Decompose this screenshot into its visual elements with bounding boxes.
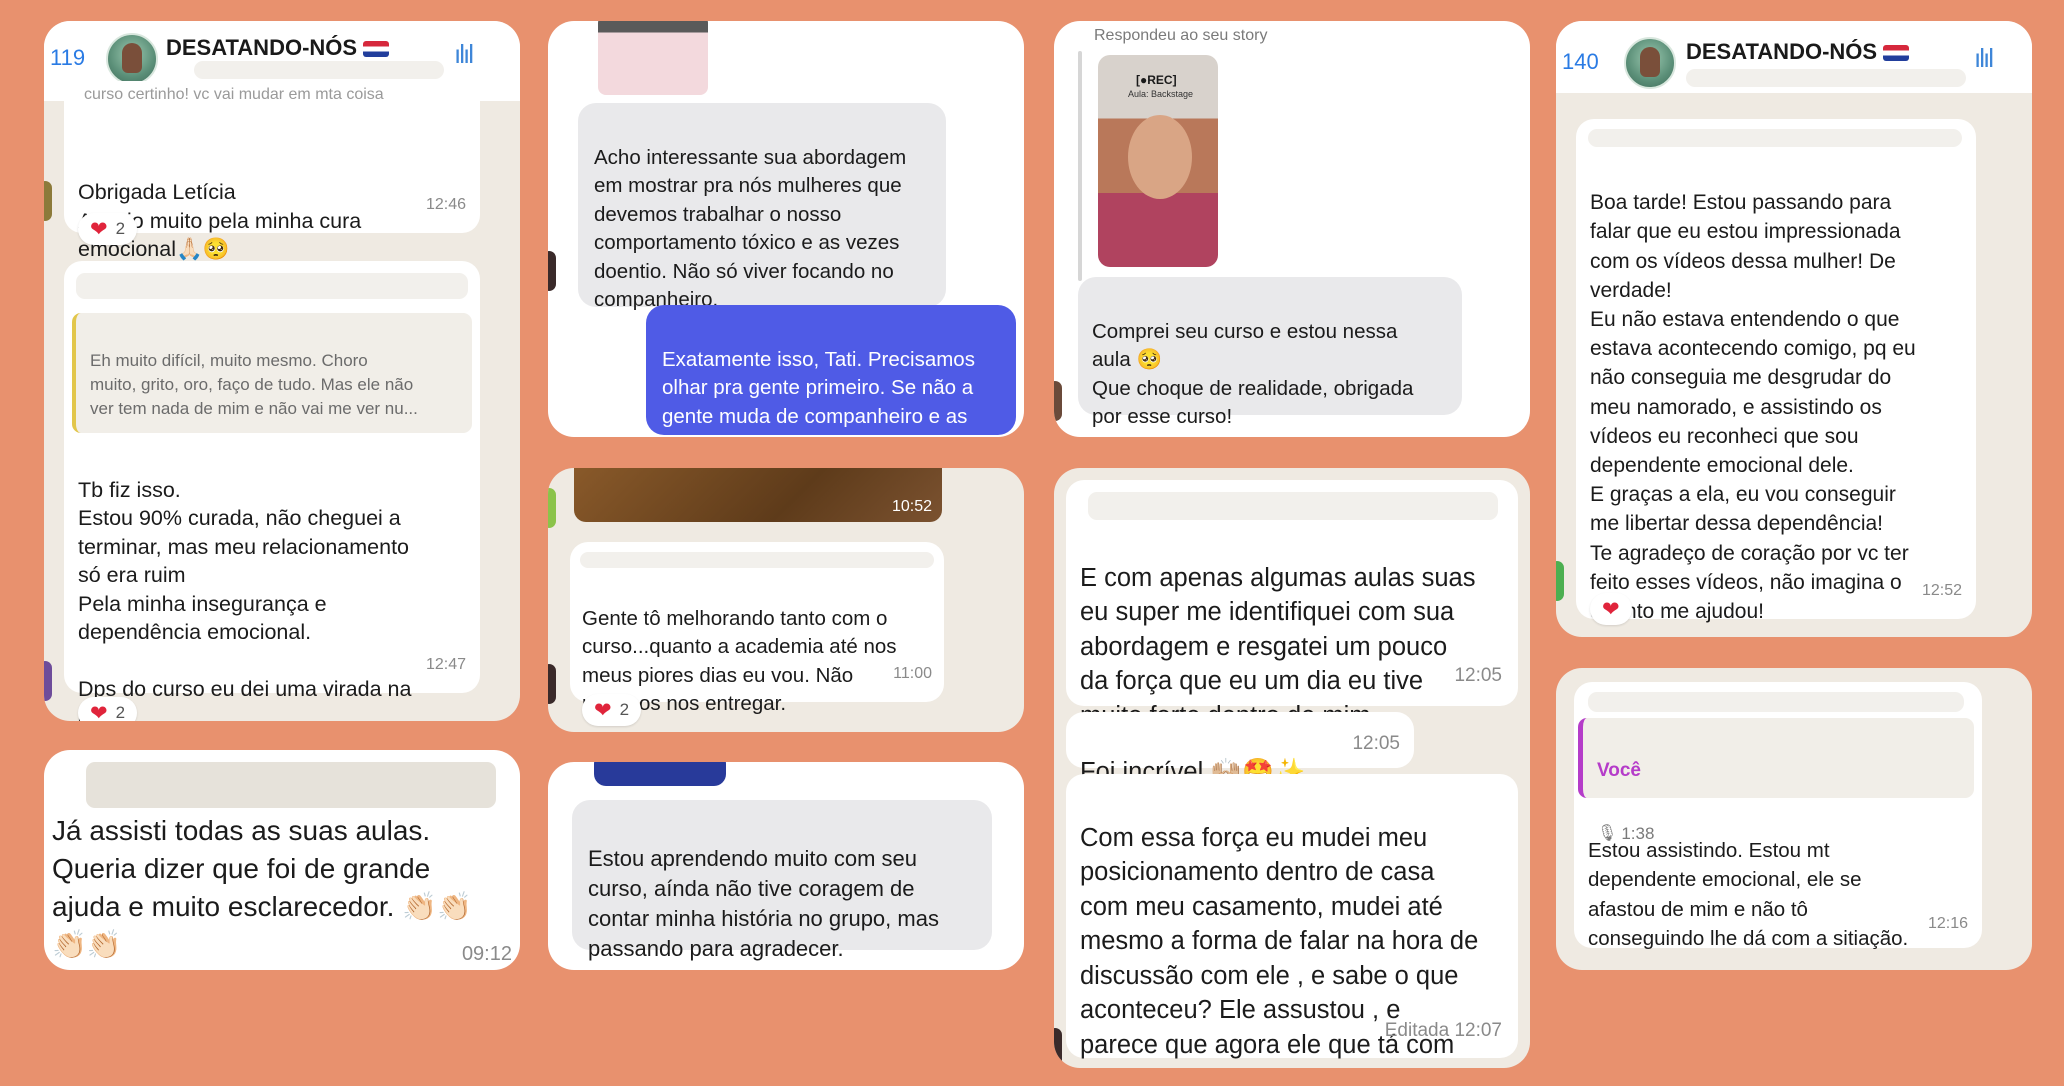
quoted-message[interactable]: Eh muito difícil, muito mesmo. Choro mui… — [72, 313, 472, 433]
message-bubble: Você 🎙 1:38 Estou assistindo. Estou mt d… — [1574, 682, 1982, 951]
story-quote-bar — [1078, 51, 1082, 281]
reaction-badge[interactable]: ❤ 2 — [78, 213, 138, 245]
avatar-stub — [44, 181, 52, 221]
heart-icon: ❤ — [90, 217, 108, 241]
message-time: 12:05 — [1454, 664, 1502, 686]
avatar-stub — [44, 661, 52, 701]
message-time: 12:47 — [425, 655, 466, 673]
received-message: Estou aprendendo muito com seu curso, aí… — [572, 800, 992, 961]
heart-icon: ❤ — [594, 698, 612, 722]
blurred-sender — [76, 273, 468, 299]
message-bubble: curso certinho! vc vai mudar em mta cois… — [64, 81, 480, 261]
chat-card-7: E com apenas algumas aulas suas eu super… — [1054, 468, 1530, 1068]
video-thumbnail[interactable]: 10:52 — [574, 468, 942, 522]
message-text: Estou assistindo. Estou mt dependente em… — [1588, 838, 1909, 951]
heart-icon: ❤ — [90, 701, 108, 722]
chat-card-9: Você 🎙 1:38 Estou assistindo. Estou mt d… — [1556, 668, 2032, 970]
message-text: Comprei seu curso e estou nessa aula 🥺 Q… — [1092, 319, 1414, 429]
shared-image-thumbnail[interactable] — [598, 21, 708, 95]
story-reply-label: Respondeu ao seu story — [1094, 27, 1268, 44]
waveform-icon[interactable]: ılıl — [454, 39, 474, 70]
blurred-sender — [580, 552, 934, 568]
blurred-sender — [1588, 129, 1962, 147]
message-text: Tb fiz isso. Estou 90% curada, não chegu… — [78, 477, 412, 722]
chat-card-1: 119 DESATANDO-NÓS ılıl curso certinho! v… — [44, 21, 520, 721]
received-message: Comprei seu curso e estou nessa aula 🥺 Q… — [1078, 277, 1462, 428]
avatar-stub — [1556, 561, 1564, 601]
chat-title[interactable]: DESATANDO-NÓS — [166, 35, 390, 61]
reply-preview[interactable]: Você 🎙 1:38 — [1578, 718, 1974, 843]
reply-author: Você — [1597, 759, 1642, 781]
avatar-stub — [1054, 381, 1062, 421]
message-text: Exatamente isso, Tati. Precisamos olhar … — [662, 347, 975, 438]
message-time: 12:46 — [425, 195, 466, 213]
blurred-subtitle — [1686, 69, 1966, 87]
heart-icon: ❤ — [1602, 597, 1620, 621]
sent-message: Exatamente isso, Tati. Precisamos olhar … — [646, 305, 1016, 438]
flag-icon — [1883, 45, 1910, 62]
chat-card-4: 10:52 Gente tô melhorando tanto com o cu… — [548, 468, 1024, 732]
message-text: Estou aprendendo muito com seu curso, aí… — [588, 846, 939, 961]
avatar[interactable] — [1624, 37, 1676, 89]
message-time: 12:05 — [1352, 733, 1400, 754]
faded-reply-text: curso certinho! vc vai mudar em mta cois… — [84, 86, 384, 103]
avatar-stub — [548, 251, 556, 291]
blurred-sender — [1588, 692, 1964, 712]
message-time: 12:16 — [1927, 914, 1968, 932]
reaction-badge[interactable]: ❤ 2 — [582, 694, 642, 726]
message-text: Já assisti todas as suas aulas. Queria d… — [52, 815, 472, 960]
blurred-subtitle — [194, 61, 444, 79]
video-time: 10:52 — [891, 498, 932, 515]
unread-count[interactable]: 119 — [50, 45, 85, 71]
message-text: Boa tarde! Estou passando para falar que… — [1590, 191, 1916, 624]
message-time: 09:12 — [461, 943, 512, 965]
message-time: 11:00 — [893, 664, 932, 682]
flag-icon — [363, 41, 390, 58]
reaction-badge[interactable]: ❤ — [1590, 593, 1632, 625]
story-thumbnail[interactable]: [●REC] Aula: Backstage — [1098, 55, 1218, 267]
message-bubble: Com essa força eu mudei meu posicionamen… — [1066, 774, 1518, 1068]
story-face — [1128, 115, 1192, 199]
sent-bubble-stub — [594, 762, 726, 786]
chat-card-8: 140 DESATANDO-NÓS ılıl Boa tarde! Estou … — [1556, 21, 2032, 637]
avatar-stub — [548, 488, 556, 528]
chat-header: 140 DESATANDO-NÓS ılıl — [1556, 21, 2032, 93]
chat-card-2: Já assisti todas as suas aulas. Queria d… — [44, 750, 520, 970]
blurred-sender — [1088, 492, 1498, 520]
reaction-count: 2 — [115, 703, 126, 721]
reaction-count: 2 — [619, 700, 630, 719]
message-bubble: E com apenas algumas aulas suas eu super… — [1066, 480, 1518, 730]
message-bubble: Foi incrível 🙌🏼🤩✨ 12:05 — [1066, 712, 1414, 786]
story-rec-badge: [●REC] — [1136, 73, 1177, 87]
story-caption: Aula: Backstage — [1128, 89, 1194, 99]
message-text: E com apenas algumas aulas suas eu super… — [1080, 563, 1476, 730]
reaction-count: 2 — [115, 219, 126, 238]
avatar-stub — [1054, 1028, 1062, 1068]
message-bubble: Boa tarde! Estou passando para falar que… — [1576, 119, 1976, 623]
chat-card-3: Acho interessante sua abordagem em mostr… — [548, 21, 1024, 437]
waveform-icon[interactable]: ılıl — [1974, 43, 1994, 74]
message-bubble: Gente tô melhorando tanto com o curso...… — [570, 542, 944, 715]
message-text: Acho interessante sua abordagem em mostr… — [594, 145, 907, 312]
avatar-stub — [548, 664, 556, 704]
message-time: Editada 12:07 — [1384, 1019, 1502, 1041]
message-bubble: Eh muito difícil, muito mesmo. Choro mui… — [64, 261, 480, 721]
chat-card-5: Estou aprendendo muito com seu curso, aí… — [548, 762, 1024, 970]
chat-card-6: Respondeu ao seu story [●REC] Aula: Back… — [1054, 21, 1530, 437]
received-message: Acho interessante sua abordagem em mostr… — [578, 103, 946, 311]
reaction-badge[interactable]: ❤ 2 — [78, 697, 138, 722]
blurred-sender — [86, 762, 496, 808]
avatar[interactable] — [106, 33, 158, 85]
unread-count[interactable]: 140 — [1562, 49, 1599, 75]
chat-title[interactable]: DESATANDO-NÓS — [1686, 39, 1910, 65]
message-time: 12:52 — [1921, 581, 1962, 599]
